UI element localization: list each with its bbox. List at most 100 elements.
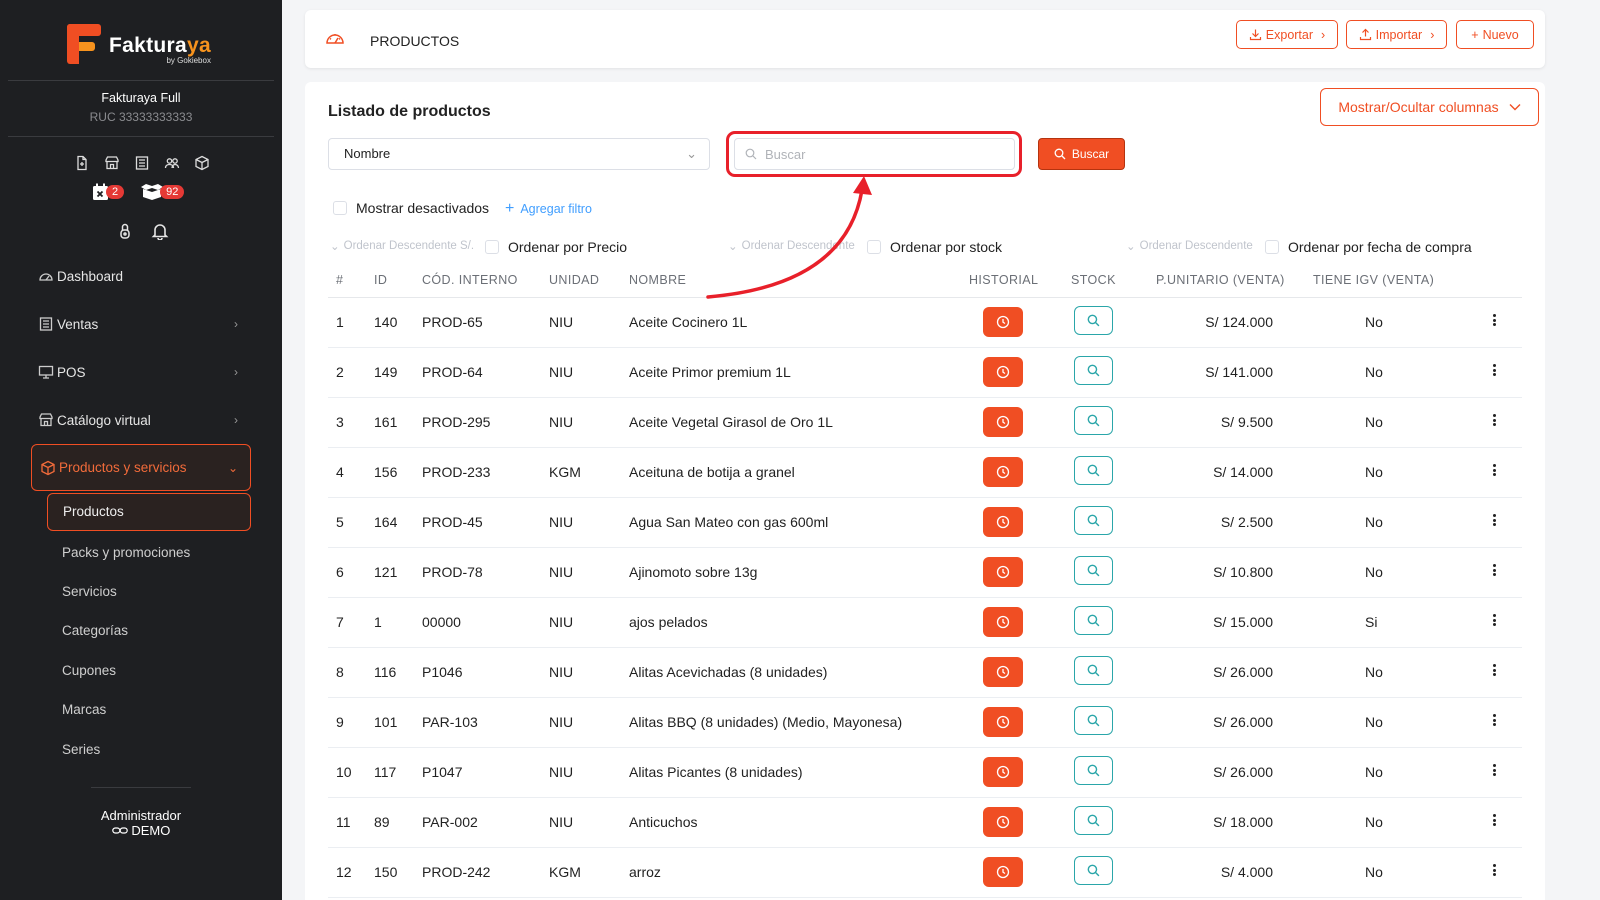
stock-button[interactable] [1074,556,1113,585]
subnav-series[interactable]: Series [62,742,100,757]
nav-pos[interactable]: POS › [0,348,282,396]
document-icon[interactable] [74,155,90,171]
stock-button[interactable] [1074,406,1113,435]
stock-button[interactable] [1074,656,1113,685]
checkbox[interactable] [485,240,499,254]
table-row[interactable]: 11 89 PAR-002 NIU Anticuchos S/ 18.000 N… [328,798,1522,848]
bell-icon[interactable] [151,222,169,240]
col-header[interactable]: P.UNITARIO (VENTA) [1156,273,1285,287]
import-button[interactable]: Importar › [1346,20,1447,49]
stock-button[interactable] [1074,306,1113,335]
stock-button[interactable] [1074,506,1113,535]
add-filter-link[interactable]: + Agregar filtro [505,200,592,218]
export-button[interactable]: Exportar › [1236,20,1338,49]
lock-icon[interactable] [117,222,133,240]
calendar-badge[interactable]: 2 [92,183,125,201]
col-header[interactable]: # [336,273,343,287]
checkbox[interactable] [1265,240,1279,254]
toggle-columns-button[interactable]: Mostrar/Ocultar columnas [1320,88,1539,126]
nav-catalogo[interactable]: Catálogo virtual › [0,396,282,444]
store-icon[interactable] [104,155,120,171]
subnav-servicios[interactable]: Servicios [62,584,117,599]
col-header[interactable]: HISTORIAL [969,273,1038,287]
nav-dashboard[interactable]: Dashboard [0,252,282,300]
stock-button[interactable] [1074,606,1113,635]
table-row[interactable]: 9 101 PAR-103 NIU Alitas BBQ (8 unidades… [328,698,1522,748]
table-row[interactable]: 4 156 PROD-233 KGM Aceituna de botija a … [328,448,1522,498]
row-actions-menu-icon[interactable] [1491,762,1497,778]
history-button[interactable] [983,757,1023,787]
search-button[interactable]: Buscar [1038,138,1125,170]
stock-button[interactable] [1074,706,1113,735]
users-icon[interactable] [164,155,180,171]
row-actions-menu-icon[interactable] [1491,662,1497,678]
subnav-marcas[interactable]: Marcas [62,702,106,717]
row-actions-menu-icon[interactable] [1491,612,1497,628]
table-row[interactable]: 10 117 P1047 NIU Alitas Picantes (8 unid… [328,748,1522,798]
subnav-categorias[interactable]: Categorías [62,623,128,638]
history-button[interactable] [983,707,1023,737]
user-info[interactable]: Administrador DEMO [0,808,282,838]
row-actions-menu-icon[interactable] [1491,412,1497,428]
stock-button[interactable] [1074,756,1113,785]
history-button[interactable] [983,407,1023,437]
row-actions-menu-icon[interactable] [1491,562,1497,578]
row-actions-menu-icon[interactable] [1491,812,1497,828]
stock-button[interactable] [1074,806,1113,835]
row-actions-menu-icon[interactable] [1491,462,1497,478]
table-row[interactable]: 2 149 PROD-64 NIU Aceite Primor premium … [328,348,1522,398]
nav-productos-servicios[interactable]: Productos y servicios ⌄ [31,444,251,491]
row-actions-menu-icon[interactable] [1491,712,1497,728]
history-button[interactable] [983,557,1023,587]
nav-label: Dashboard [57,268,124,284]
table-row[interactable]: 6 121 PROD-78 NIU Ajinomoto sobre 13g S/… [328,548,1522,598]
stock-button[interactable] [1074,456,1113,485]
row-actions-menu-icon[interactable] [1491,312,1497,328]
stock-button[interactable] [1074,856,1113,885]
show-disabled-toggle[interactable]: Mostrar desactivados [333,200,489,216]
row-actions-menu-icon[interactable] [1491,512,1497,528]
sort-by-date-toggle[interactable]: Ordenar por fecha de compra [1265,239,1472,255]
history-button[interactable] [983,507,1023,537]
new-button[interactable]: + Nuevo [1456,20,1534,49]
table-row[interactable]: 8 116 P1046 NIU Alitas Acevichadas (8 un… [328,648,1522,698]
checkbox[interactable] [867,240,881,254]
history-button[interactable] [983,807,1023,837]
col-header[interactable]: NOMBRE [629,273,686,287]
history-button[interactable] [983,607,1023,637]
col-header[interactable]: STOCK [1071,273,1116,287]
row-actions-menu-icon[interactable] [1491,862,1497,878]
sort-stock-order-select[interactable]: ⌄ Ordenar Descendente [728,239,858,253]
sort-by-stock-toggle[interactable]: Ordenar por stock [867,239,1002,255]
history-button[interactable] [983,307,1023,337]
history-button[interactable] [983,457,1023,487]
brand-logo[interactable]: Fakturaya by Gokiebox [67,24,211,65]
list-icon[interactable] [134,155,150,171]
history-button[interactable] [983,357,1023,387]
history-button[interactable] [983,657,1023,687]
sort-by-price-toggle[interactable]: Ordenar por Precio [485,239,627,255]
col-header[interactable]: TIENE IGV (VENTA) [1313,273,1434,287]
checkbox[interactable] [333,201,347,215]
sort-price-order-select[interactable]: ⌄ Ordenar Descendente S/. [330,239,475,253]
subnav-packs[interactable]: Packs y promociones [62,545,190,560]
nav-ventas[interactable]: Ventas › [0,300,282,348]
row-actions-menu-icon[interactable] [1491,362,1497,378]
table-row[interactable]: 3 161 PROD-295 NIU Aceite Vegetal Giraso… [328,398,1522,448]
table-row[interactable]: 5 164 PROD-45 NIU Agua San Mateo con gas… [328,498,1522,548]
col-header[interactable]: CÓD. INTERNO [422,273,518,287]
box-icon[interactable] [194,155,210,171]
table-row[interactable]: 12 150 PROD-242 KGM arroz S/ 4.000 No [328,848,1522,898]
table-row[interactable]: 7 1 00000 NIU ajos pelados S/ 15.000 Si [328,598,1522,648]
subnav-productos[interactable]: Productos [47,493,251,531]
search-field-select[interactable]: Nombre ⌄ [328,138,710,170]
table-row[interactable]: 1 140 PROD-65 NIU Aceite Cocinero 1L S/ … [328,298,1522,348]
stock-button[interactable] [1074,356,1113,385]
col-header[interactable]: ID [374,273,387,287]
col-header[interactable]: UNIDAD [549,273,599,287]
orders-badge[interactable]: 92 [140,183,185,201]
page-title: PRODUCTOS [370,33,460,49]
sort-date-order-select[interactable]: ⌄ Ordenar Descendente [1126,239,1261,253]
history-button[interactable] [983,857,1023,887]
subnav-cupones[interactable]: Cupones [62,663,116,678]
